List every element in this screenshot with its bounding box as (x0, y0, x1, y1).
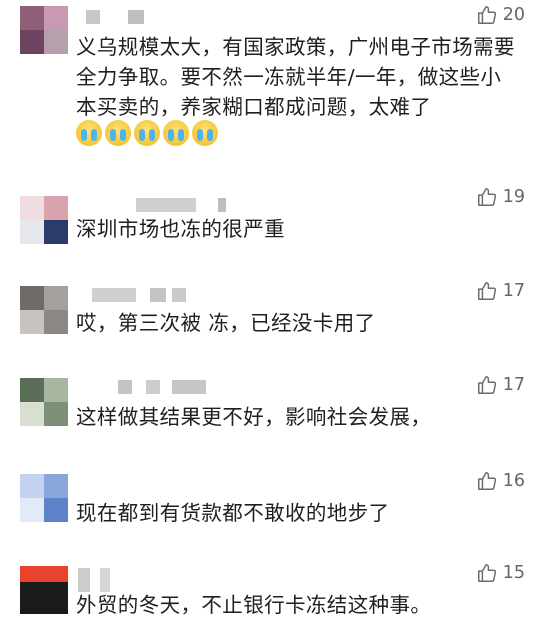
thumbs-up-icon (477, 188, 496, 206)
thumbs-up-icon (477, 6, 496, 24)
crying-emoji-icon (105, 120, 131, 146)
like-button[interactable]: 17 (476, 374, 525, 396)
crying-emoji-icon (163, 120, 189, 146)
comment-text: 哎，第三次被 冻，已经没卡用了 (76, 311, 376, 335)
comment-text: 深圳市场也冻的很严重 (76, 217, 285, 241)
like-button[interactable]: 16 (476, 470, 525, 492)
like-count: 17 (502, 281, 525, 301)
like-count: 17 (502, 375, 525, 395)
comment-text: 这样做其结果更不好，影响社会发展， (76, 405, 432, 429)
avatar[interactable] (20, 196, 68, 244)
avatar[interactable] (20, 566, 68, 614)
thumbs-up-icon (477, 376, 496, 394)
like-button[interactable]: 17 (476, 280, 525, 302)
crying-emoji-icon (192, 120, 218, 146)
thumbs-up-icon (477, 564, 496, 582)
comment-text: 外贸的冬天，不止银行卡冻结这种事。 (76, 593, 432, 617)
like-count: 15 (502, 563, 525, 583)
like-count: 19 (502, 187, 525, 207)
avatar[interactable] (20, 6, 68, 54)
like-button[interactable]: 19 (476, 186, 525, 208)
avatar[interactable] (20, 378, 68, 426)
crying-emoji-icon (134, 120, 160, 146)
like-button[interactable]: 20 (476, 4, 525, 26)
like-button[interactable]: 15 (476, 562, 525, 584)
comment-text: 义乌规模太大，有国家政策，广州电子市场需要全力争取。要不然一冻就半年/一年，做这… (76, 35, 515, 119)
like-count: 20 (502, 5, 525, 25)
comment-text: 现在都到有货款都不敢收的地步了 (76, 501, 390, 525)
crying-emoji-icon (76, 120, 102, 146)
avatar[interactable] (20, 474, 68, 522)
avatar[interactable] (20, 286, 68, 334)
thumbs-up-icon (477, 472, 496, 490)
like-count: 16 (502, 471, 525, 491)
thumbs-up-icon (477, 282, 496, 300)
crying-emoji-row (76, 120, 218, 146)
